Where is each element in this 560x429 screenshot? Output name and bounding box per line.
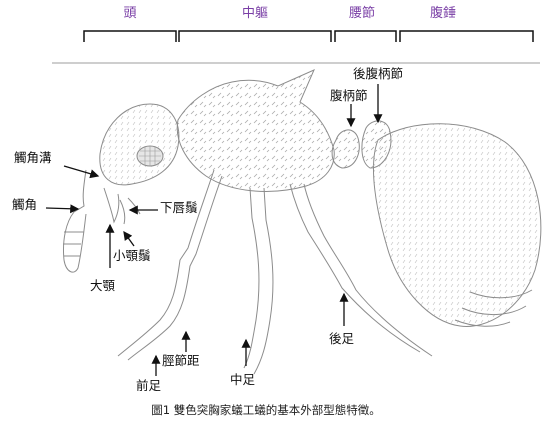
arrow-maxillary-palp [123,230,135,247]
bracket-mesosoma [178,30,332,42]
label-mandible: 大顎 [90,278,116,293]
section-label-gaster: 腹錘 [430,5,456,21]
ant-morphology-figure: 頭 中軀 腰節 腹錘 觸角溝 觸角 下唇鬚 小顎鬚 大顎 脛節距 前足 中足 後… [12,5,542,417]
label-hindleg: 後足 [329,331,355,346]
figure-caption: 圖1 雙色突胸家蟻工蟻的基本外部型態特徵。 [151,403,380,417]
label-petiole-node: 腹柄節 [330,88,368,103]
label-midleg: 中足 [230,372,256,387]
petiole-node-shape [331,129,360,169]
arrow-antenna [45,204,80,214]
mandible-shape [103,187,120,224]
antenna-shape [63,169,87,273]
section-label-petiole: 腰節 [349,6,375,21]
bracket-head [83,30,177,42]
arrow-antennal-scrobe [63,165,100,179]
label-labial-palp: 下唇鬚 [160,200,198,215]
label-antenna: 觸角 [12,197,37,212]
section-label-mesosoma: 中軀 [242,5,268,21]
ant-illustration [63,69,542,375]
foreleg-shape [117,169,215,357]
label-tibial-spur: 脛節距 [162,353,200,368]
section-label-head: 頭 [123,6,136,21]
label-antennal-scrobe: 觸角溝 [14,150,52,165]
bracket-petiole [334,30,397,42]
bracket-gaster [399,30,534,42]
palps-shape [119,197,141,225]
mesosoma-shape [176,69,335,192]
section-brackets [83,30,534,42]
label-maxillary-palp: 小顎鬚 [113,248,151,263]
label-postpetiole: 後腹柄節 [353,66,403,81]
label-foreleg: 前足 [136,378,162,393]
head-shape [99,103,180,186]
midleg-shape-2 [253,187,274,375]
